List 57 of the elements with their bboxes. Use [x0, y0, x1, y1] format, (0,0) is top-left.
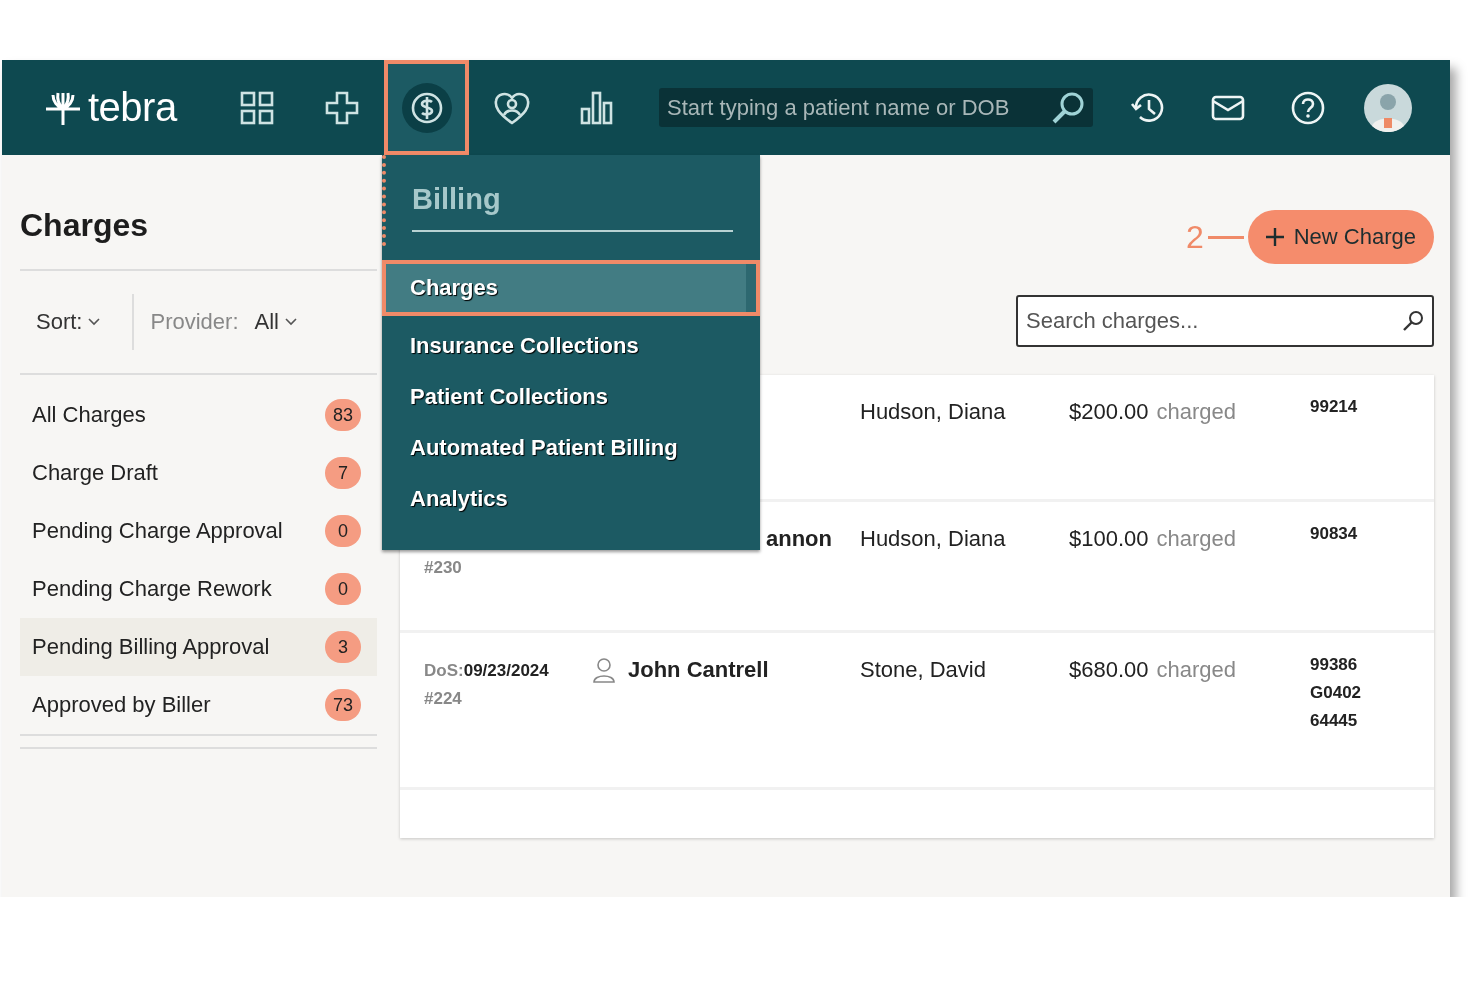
provider-label: Provider: — [150, 309, 239, 335]
chevron-down-icon — [284, 318, 297, 326]
count-badge: 73 — [325, 689, 361, 721]
filter-item[interactable]: Pending Charge Rework 0 — [20, 560, 377, 618]
page-title: Charges — [20, 206, 149, 245]
menu-heading: Billing — [412, 183, 733, 232]
count-badge: 83 — [325, 399, 361, 431]
codes-cell-text: 99214 — [1310, 396, 1359, 418]
grid-icon — [239, 90, 274, 125]
filter-item[interactable]: Pending Billing Approval 3 — [20, 618, 377, 676]
codes-cell-text: 90834 — [1310, 523, 1359, 545]
codes-cell-text: 99386 G0402 64445 — [1310, 654, 1363, 732]
provider-cell-text: Hudson, Diana — [860, 526, 1007, 553]
callout-number: 2 — [1185, 218, 1204, 256]
filter-item[interactable]: All Charges 83 — [20, 386, 377, 444]
logo-text: tebra — [88, 85, 177, 130]
count-badge: 3 — [325, 631, 361, 663]
search-icon — [1402, 310, 1424, 332]
menu-item[interactable]: Analytics — [382, 473, 760, 524]
date-cell-text: #230 — [424, 557, 463, 579]
date-cell-text: DoS:09/23/2024 #224 — [424, 660, 550, 710]
leader-line — [1207, 235, 1244, 239]
chevron-down-icon — [88, 318, 101, 326]
heart-person-icon — [493, 90, 530, 125]
patient-search-field[interactable]: Start typing a patient name or DOB — [659, 88, 1093, 127]
patient-name: annon — [766, 526, 832, 552]
count-badge: 7 — [325, 457, 361, 489]
new-charge-button[interactable]: New Charge — [1247, 210, 1434, 264]
provider-cell-text: Stone, David — [860, 657, 987, 684]
menu-item[interactable]: Charges — [382, 260, 760, 316]
count-badge: 0 — [325, 515, 361, 547]
search-icon — [1051, 90, 1085, 125]
bar-chart-icon — [579, 90, 614, 125]
menu-item[interactable]: Automated Patient Billing — [382, 422, 760, 473]
person-icon — [592, 657, 616, 683]
search-charges-field[interactable]: Search charges... — [1016, 295, 1434, 347]
help-icon — [1291, 90, 1325, 125]
plus-icon — [1265, 228, 1284, 246]
menu-item[interactable]: Insurance Collections — [382, 320, 760, 371]
provider-cell-text: Hudson, Diana — [860, 399, 1007, 426]
mail-icon — [1211, 94, 1245, 121]
avatar-icon — [1364, 83, 1412, 132]
filter-item[interactable]: Pending Charge Approval 0 — [20, 502, 377, 560]
count-badge: 0 — [325, 573, 361, 605]
history-icon — [1130, 90, 1166, 125]
nav-button[interactable] — [384, 60, 469, 155]
amount-cell-text: $100.00 charged — [1069, 526, 1238, 553]
dollar-icon — [401, 82, 452, 133]
filter-item[interactable]: Approved by Biller 73 — [20, 676, 377, 734]
sort-dropdown[interactable]: Sort: — [20, 309, 101, 335]
amount-cell-text: $680.00 charged — [1069, 657, 1238, 684]
filter-item[interactable]: Charge Draft 7 — [20, 444, 377, 502]
menu-item[interactable]: Patient Collections — [382, 371, 760, 422]
amount-cell-text: $200.00 charged — [1069, 399, 1238, 426]
plus-icon — [324, 90, 359, 125]
patient-name: John Cantrell — [628, 657, 769, 683]
provider-dropdown[interactable]: All — [238, 309, 297, 335]
